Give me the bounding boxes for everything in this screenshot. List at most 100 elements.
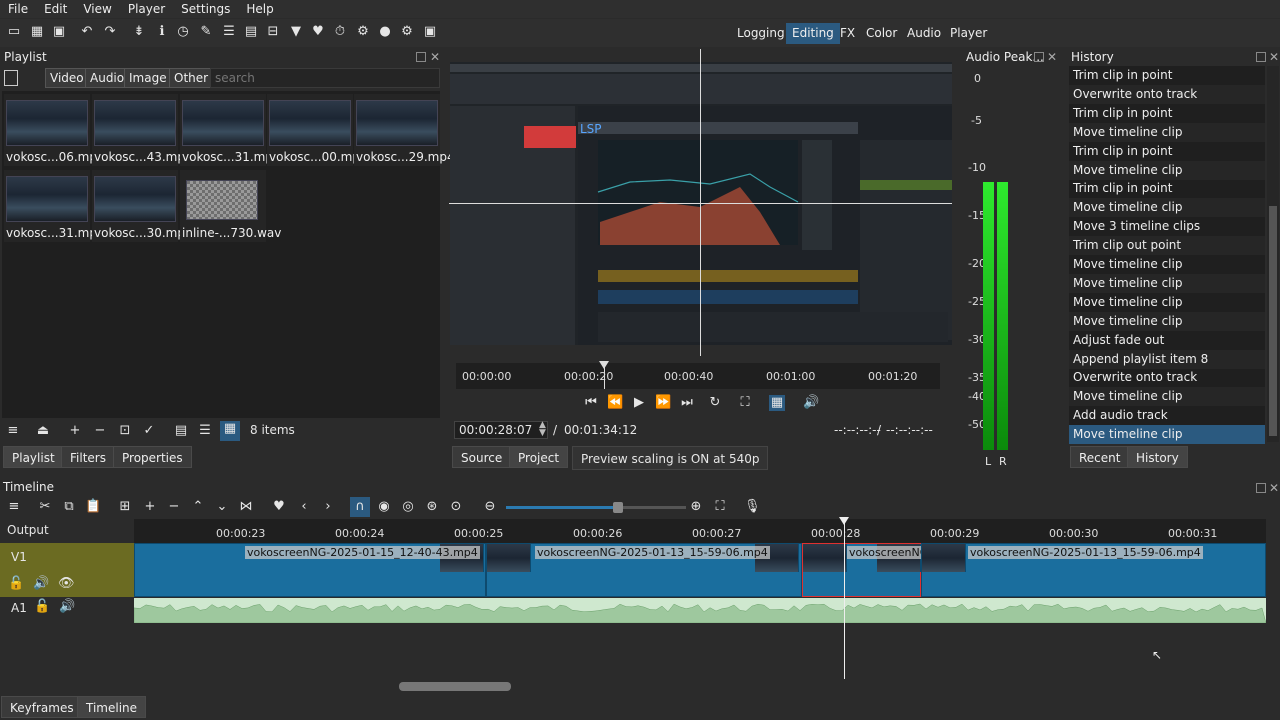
timeline-icon[interactable]: ⊟ (265, 24, 281, 40)
workspace-color[interactable]: Color (860, 23, 903, 44)
playlist-item[interactable]: vokosc...29.mp4 (354, 94, 455, 166)
zoom-out-icon[interactable]: ⊖ (482, 499, 498, 515)
overwrite-icon[interactable]: ⌄ (214, 499, 230, 515)
save-icon[interactable]: ▣ (51, 24, 67, 40)
history-scrollbar[interactable] (1267, 66, 1279, 442)
screen-icon[interactable]: ▣ (422, 24, 438, 40)
history-item[interactable]: Append playlist item 8 (1069, 349, 1265, 369)
playlist-item[interactable]: vokosc...30.mp4 (92, 170, 193, 242)
peak-meter-icon[interactable]: ⇟ (131, 24, 147, 40)
undock-icon[interactable] (416, 52, 426, 62)
history-item[interactable]: Move timeline clip (1069, 160, 1265, 180)
fast-forward-icon[interactable]: ⏩ (655, 395, 671, 411)
track-header-v1[interactable]: V1 🔓 🔊 👁 (0, 543, 134, 597)
previous-marker-icon[interactable]: ‹ (296, 499, 312, 515)
hide-icon[interactable]: 👁 (58, 576, 75, 592)
history-item[interactable]: Trim clip in point (1069, 142, 1265, 161)
undock-icon[interactable] (1256, 52, 1266, 62)
lock-icon[interactable]: 🔓 (34, 599, 50, 615)
position-spinner-icon[interactable]: ▲ ▼ (539, 421, 546, 438)
lift-icon[interactable]: ⌃ (190, 499, 206, 515)
track-header-a1[interactable]: A1 🔓 🔊 (0, 597, 134, 623)
properties-icon[interactable]: ℹ (154, 24, 170, 40)
update-icon[interactable]: ⊡ (117, 423, 133, 439)
tab-timeline[interactable]: Timeline (77, 696, 147, 718)
menu-icon[interactable]: ≡ (6, 499, 22, 515)
workspace-logging[interactable]: Logging (731, 23, 791, 44)
scrollbar-thumb[interactable] (1269, 206, 1277, 436)
workspace-player[interactable]: Player (944, 23, 993, 44)
next-marker-icon[interactable]: › (320, 499, 336, 515)
history-item[interactable]: Move timeline clip (1069, 311, 1265, 331)
timeline-clip[interactable]: vokoscreenNG-2025-01-15_12-40-43.mp4 (134, 543, 486, 597)
timeline-clip[interactable]: vokoscreenNG-2025-01-13_15-59-06.mp4 (921, 543, 1266, 597)
open-icon[interactable]: ⏏ (35, 423, 51, 439)
tab-history[interactable]: History (1127, 446, 1188, 468)
copy-icon[interactable]: ⧉ (61, 499, 77, 515)
tab-properties[interactable]: Properties (113, 446, 192, 468)
snap-icon[interactable]: ∩ (350, 497, 370, 517)
history-item[interactable]: Move timeline clip (1069, 198, 1265, 218)
notes-icon[interactable]: ✎ (198, 24, 214, 40)
history-item[interactable]: Move timeline clip (1069, 425, 1265, 445)
playlist-item[interactable]: vokosc...06.mp4 (4, 94, 105, 166)
filters-icon[interactable]: ▼ (288, 24, 304, 40)
close-icon[interactable]: ✕ (1269, 51, 1279, 63)
tab-recent[interactable]: Recent (1070, 446, 1130, 468)
menu-player[interactable]: Player (120, 2, 173, 16)
filter-other-button[interactable]: Other (169, 68, 214, 88)
playlist-item[interactable]: inline-...730.wav (180, 170, 281, 242)
filter-video-button[interactable]: Video (45, 68, 89, 88)
lock-icon[interactable]: 🔓 (8, 576, 24, 592)
playhead-handle[interactable] (599, 361, 609, 369)
tab-source[interactable]: Source (452, 446, 512, 468)
add-clip-icon[interactable]: + (142, 499, 158, 515)
tab-playlist[interactable]: Playlist (3, 446, 64, 468)
paste-icon[interactable]: 📋 (85, 499, 101, 515)
position-timecode[interactable]: 00:00:28:07 (454, 421, 548, 439)
zoom-in-icon[interactable]: ⊕ (688, 499, 704, 515)
playlist-item[interactable]: vokosc...43.mp4 (92, 94, 193, 166)
playlist-menu-icon[interactable] (4, 70, 18, 86)
grid-view-icon[interactable]: ▦ (220, 421, 240, 441)
history-item[interactable]: Adjust fade out (1069, 331, 1265, 350)
remove-icon[interactable]: − (92, 423, 108, 439)
timeline-ruler[interactable]: 00:00:23 00:00:24 00:00:25 00:00:26 00:0… (134, 519, 1266, 543)
list-view-icon[interactable]: ☰ (197, 423, 213, 439)
history-item[interactable]: Add audio track (1069, 406, 1265, 425)
close-icon[interactable]: ✕ (1269, 482, 1279, 494)
skip-previous-icon[interactable]: ⏮ (583, 395, 599, 411)
menu-view[interactable]: View (75, 2, 119, 16)
jobs-icon[interactable]: ⚙ (355, 24, 371, 40)
record-audio-icon[interactable]: 🎙 (744, 499, 761, 515)
add-icon[interactable]: + (67, 423, 83, 439)
scrollbar-thumb[interactable] (399, 682, 511, 691)
playlist-item[interactable]: vokosc...31.mp4 (4, 170, 105, 242)
undock-icon[interactable] (1034, 52, 1044, 62)
cut-icon[interactable]: ✂ (37, 499, 53, 515)
workspace-audio[interactable]: Audio (901, 23, 947, 44)
settings-icon[interactable]: ⚙ (399, 24, 415, 40)
menu-file[interactable]: File (0, 2, 36, 16)
undo-icon[interactable]: ↶ (79, 24, 95, 40)
history-item[interactable]: Move 3 timeline clips (1069, 217, 1265, 236)
details-view-icon[interactable]: ▤ (173, 423, 189, 439)
play-icon[interactable]: ▶ (631, 395, 647, 411)
workspace-fx[interactable]: FX (834, 23, 861, 44)
mute-icon[interactable]: 🔊 (59, 599, 75, 615)
zoom-icon[interactable]: ⛶ (737, 395, 753, 411)
open-other-icon[interactable]: ▦ (29, 24, 45, 40)
zoom-slider[interactable] (506, 502, 686, 513)
player-ruler[interactable]: 00:00:00 00:00:20 00:00:40 00:01:00 00:0… (456, 361, 940, 389)
tab-keyframes[interactable]: Keyframes (1, 696, 83, 718)
playlist-item[interactable]: vokosc...31.mp4 (180, 94, 281, 166)
menu-help[interactable]: Help (238, 2, 281, 16)
ripple-icon[interactable]: ◎ (400, 499, 416, 515)
marker-icon[interactable]: ♥ (271, 499, 287, 515)
playlist-search-input[interactable] (210, 68, 440, 88)
undock-icon[interactable] (1256, 483, 1266, 493)
history-item[interactable]: Overwrite onto track (1069, 368, 1265, 387)
menu-settings[interactable]: Settings (173, 2, 238, 16)
mute-icon[interactable]: 🔊 (33, 576, 49, 592)
filter-image-button[interactable]: Image (124, 68, 172, 88)
